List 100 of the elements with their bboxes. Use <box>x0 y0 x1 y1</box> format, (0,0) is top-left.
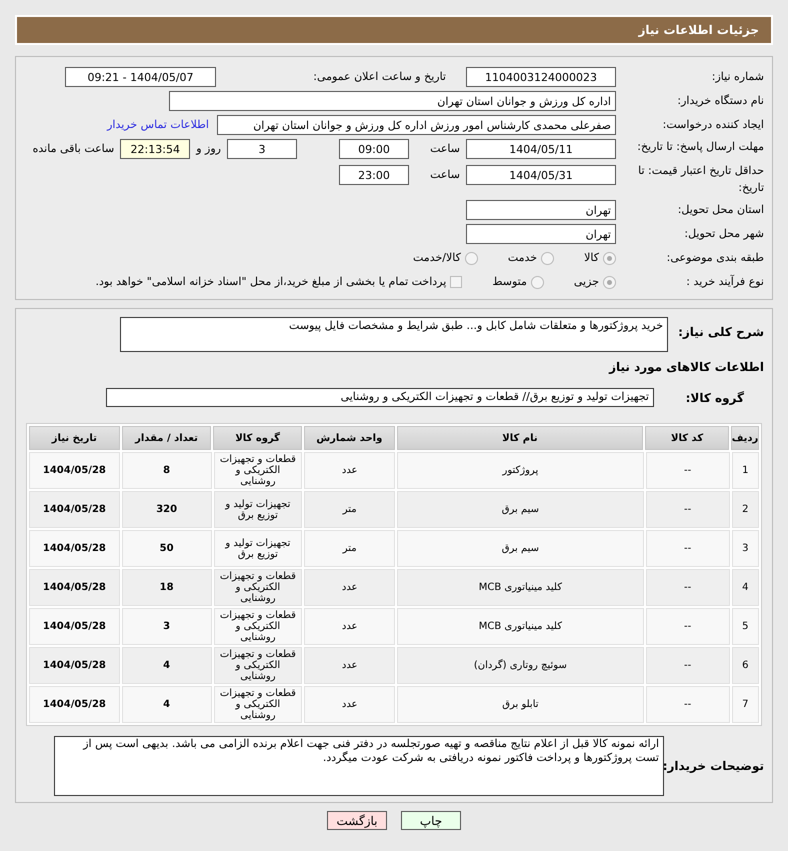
radio-button[interactable] <box>603 252 616 264</box>
table-cell: عدد <box>304 452 396 489</box>
radio-label: جزیی <box>574 274 599 290</box>
table-cell: -- <box>646 530 730 567</box>
table-cell: سیم برق <box>397 491 644 528</box>
table-cell: 1404/05/28 <box>29 452 120 489</box>
column-header: گروه کالا <box>213 426 302 450</box>
table-cell: 3 <box>122 608 212 645</box>
table-cell: کلید مینیاتوری MCB <box>397 608 644 645</box>
field-label: ایجاد کننده درخواست: <box>662 116 764 133</box>
field-label: گروه کالا: <box>684 390 744 406</box>
table-cell: عدد <box>304 647 396 684</box>
table-cell: تجهیزات تولید و توزیع برق <box>214 530 302 567</box>
table-cell: 320 <box>122 491 212 528</box>
table-cell: 1404/05/28 <box>29 647 120 684</box>
text-field[interactable]: 1404/05/31 <box>466 165 616 185</box>
contact-link[interactable]: اطلاعات تماس خریدار <box>107 116 209 134</box>
text-field[interactable]: صفرعلی محمدی کارشناس امور ورزش اداره کل ورزش و جوانان استان تهران <box>217 115 616 135</box>
table-cell: 4 <box>122 647 212 684</box>
table-cell: قطعات و تجهیزات الکتریکی و روشنایی <box>214 647 302 684</box>
field-label: تاریخ و ساعت اعلان عمومی: <box>312 68 446 85</box>
table-cell: تجهیزات تولید و توزیع برق <box>214 491 302 528</box>
table-cell: -- <box>646 608 730 645</box>
table-cell: قطعات و تجهیزات الکتریکی و روشنایی <box>214 608 302 645</box>
field-label: روز و <box>196 140 221 157</box>
field-label: ساعت <box>429 140 460 157</box>
radio-button[interactable] <box>464 252 478 264</box>
table-cell: 2 <box>732 491 759 528</box>
field-label: شرح کلی نیاز: <box>677 324 764 341</box>
table-cell: قطعات و تجهیزات الکتریکی و روشنایی <box>214 686 302 723</box>
table-cell: سوئیچ روتاری (گردان) <box>397 647 644 684</box>
table-cell: قطعات و تجهیزات الکتریکی و روشنایی <box>214 569 302 606</box>
table-cell: -- <box>646 647 730 684</box>
goods-group-field[interactable]: تجهیزات تولید و توزیع برق// قطعات و تجهیزات الکتریکی و روشنایی <box>106 388 654 407</box>
table-cell: 1404/05/28 <box>29 686 120 723</box>
text-field[interactable]: تهران <box>466 224 616 244</box>
column-header: واحد شمارش <box>304 426 395 450</box>
radio-label: خدمت <box>508 250 538 266</box>
table-cell: عدد <box>304 608 396 645</box>
radio-label: متوسط <box>492 274 527 290</box>
table-cell: 4 <box>122 686 212 723</box>
table-cell: تابلو برق <box>397 686 644 723</box>
radio-label: کالا/خدمت <box>413 250 461 266</box>
text-field[interactable]: 1404/05/11 <box>466 139 616 159</box>
table-cell: 50 <box>122 530 212 567</box>
column-header: ردیف <box>731 426 759 450</box>
table-cell: 3 <box>732 530 759 567</box>
page-title: جزئیات اطلاعات نیاز <box>638 22 759 39</box>
table-cell: پروژکتور <box>397 452 644 489</box>
text-field[interactable]: 22:13:54 <box>120 139 190 159</box>
table-cell: -- <box>646 491 730 528</box>
table-cell: 8 <box>122 452 212 489</box>
table-cell: قطعات و تجهیزات الکتریکی و روشنایی <box>214 452 302 489</box>
radio-button[interactable] <box>530 276 544 288</box>
text-field[interactable]: 1104003124000023 <box>466 67 616 87</box>
text-field[interactable]: 09:00 <box>339 139 409 159</box>
column-header: نام کالا <box>396 426 644 450</box>
field-label: حداقل تاریخ اعتبار قیمت: تا تاریخ: <box>637 163 764 196</box>
table-cell: متر <box>304 530 396 567</box>
table-cell: 7 <box>732 686 759 723</box>
radio-label: کالا <box>584 250 599 266</box>
table-cell: 1 <box>732 452 759 489</box>
column-header: کد کالا <box>645 426 729 450</box>
table-cell: متر <box>304 491 396 528</box>
column-header: تاریخ نیاز <box>29 426 120 450</box>
table-cell: 1404/05/28 <box>29 608 120 645</box>
notes-field[interactable]: ارائه نمونه کالا قبل از اعلام نتایج مناقصه و تهیه صورتجلسه در دفتر فنی جهت اعلام برنده الزامی می باشد. بدیهی است پس از تست پروژکتورها و پرداخت فاکتور نمونه دریافتی به شرکت عودت میگردد. <box>54 736 664 796</box>
table-cell: عدد <box>304 686 396 723</box>
field-label: مهلت ارسال پاسخ: تا تاریخ: <box>636 139 764 155</box>
radio-button[interactable] <box>603 276 616 288</box>
description-field[interactable]: خرید پروژکتورها و متعلقات شامل کابل و... طبق شرایط و مشخصات فایل پیوست <box>120 317 668 352</box>
print-button[interactable]: چاپ <box>401 811 461 830</box>
table-cell: عدد <box>304 569 396 606</box>
table-cell: 6 <box>732 647 759 684</box>
text-field[interactable]: تهران <box>466 200 616 220</box>
section-title: اطلاعات کالاهای مورد نیاز <box>609 359 764 376</box>
field-label: ساعت باقی مانده <box>32 140 114 157</box>
table-cell: 18 <box>122 569 212 606</box>
text-field[interactable]: 23:00 <box>339 165 409 185</box>
text-field[interactable]: 1404/05/07 - 09:21 <box>65 67 216 87</box>
text-field[interactable]: اداره کل ورزش و جوانان استان تهران <box>169 91 616 111</box>
table-cell: -- <box>646 569 730 606</box>
table-cell: سیم برق <box>397 530 644 567</box>
table-cell: 1404/05/28 <box>29 569 120 606</box>
table-cell: -- <box>646 452 730 489</box>
field-label: استان محل تحویل: <box>676 202 764 218</box>
field-label: توضیحات خریدار: <box>664 758 764 775</box>
checkbox[interactable] <box>450 276 462 288</box>
table-cell: -- <box>646 686 730 723</box>
column-header: تعداد / مقدار <box>122 426 212 450</box>
field-label: ساعت <box>429 166 460 183</box>
table-cell: 5 <box>732 608 759 645</box>
text-field[interactable]: 3 <box>227 139 297 159</box>
table-cell: 4 <box>732 569 759 606</box>
field-label: شماره نیاز: <box>710 68 764 85</box>
checkbox-label: پرداخت تمام یا بخشی از مبلغ خرید،از محل "اسناد خزانه اسلامی" خواهد بود. <box>96 274 446 290</box>
back-button[interactable]: بازگشت <box>327 811 387 830</box>
field-label: نوع فرآیند خرید : <box>685 274 764 290</box>
table-cell: 1404/05/28 <box>29 491 120 528</box>
radio-button[interactable] <box>541 252 554 264</box>
